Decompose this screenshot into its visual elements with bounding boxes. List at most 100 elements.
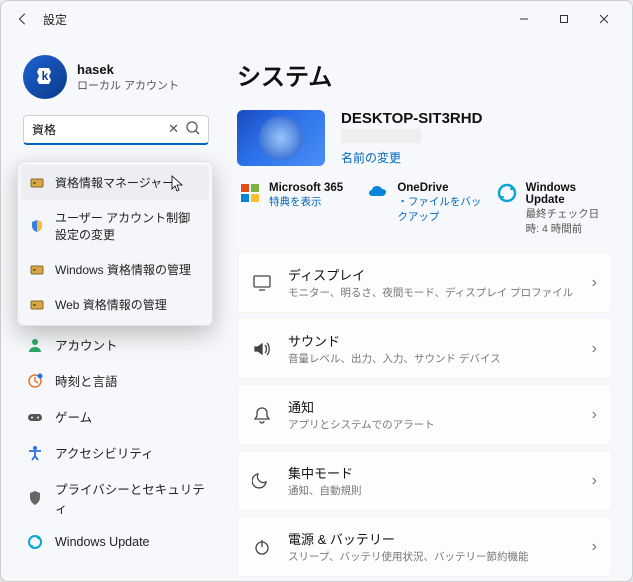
content: k hasek ローカル アカウント ✕ 資格情報マネージャー (1, 37, 632, 581)
search-suggestions: 資格情報マネージャー ユーザー アカウント制御設定の変更 Windows 資格情… (17, 161, 213, 326)
nav-label: アカウント (55, 335, 118, 354)
page-title: システム (237, 57, 612, 92)
avatar: k (23, 55, 67, 99)
card-sub: モニター、明るさ、夜間モード、ディスプレイ プロファイル (288, 285, 576, 300)
card-sub: アプリとシステムでのアラート (288, 417, 576, 432)
credential-icon (29, 175, 45, 191)
account-name: hasek (77, 62, 179, 77)
back-button[interactable] (9, 5, 37, 33)
suggestion-item[interactable]: Windows 資格情報の管理 (21, 252, 209, 287)
game-icon (27, 409, 43, 425)
chevron-right-icon: › (592, 274, 597, 292)
suggestion-item[interactable]: 資格情報マネージャー (21, 165, 209, 200)
nav-label: Windows Update (55, 535, 150, 549)
device-image (237, 110, 325, 166)
suggestion-item[interactable]: Web 資格情報の管理 (21, 287, 209, 322)
sidebar: k hasek ローカル アカウント ✕ 資格情報マネージャー (1, 37, 221, 581)
suggestion-label: Web 資格情報の管理 (55, 296, 167, 313)
device-block: DESKTOP-SIT3RHD 名前の変更 (237, 110, 612, 166)
shield-icon (29, 218, 45, 234)
tile-label: OneDrive (397, 182, 481, 194)
card-power[interactable]: 電源 & バッテリースリープ、バッテリ使用状況、バッテリー節約機能 › (237, 516, 612, 577)
card-title: 通知 (288, 397, 576, 416)
device-name: DESKTOP-SIT3RHD (341, 110, 482, 127)
card-title: 電源 & バッテリー (288, 529, 576, 548)
nav-label: アクセシビリティ (55, 443, 154, 462)
clock-icon (27, 373, 43, 389)
tile-onedrive[interactable]: OneDrive・ファイルをバックアップ (365, 180, 483, 238)
card-title: ディスプレイ (288, 265, 576, 284)
nav-accessibility[interactable]: アクセシビリティ (17, 435, 215, 470)
account-block[interactable]: k hasek ローカル アカウント (23, 55, 213, 99)
nav-update[interactable]: Windows Update (17, 526, 215, 558)
clear-icon[interactable]: ✕ (168, 121, 179, 137)
tile-sub: ・ファイルをバックアップ (397, 194, 481, 224)
display-icon (252, 273, 272, 293)
nav-gaming[interactable]: ゲーム (17, 399, 215, 434)
minimize-button[interactable] (504, 5, 544, 33)
suggestion-label: ユーザー アカウント制御設定の変更 (55, 209, 201, 243)
window-title: 設定 (43, 11, 504, 28)
chevron-right-icon: › (592, 340, 597, 358)
onedrive-icon (367, 182, 389, 204)
suggestion-label: 資格情報マネージャー (55, 174, 174, 191)
suggestion-item[interactable]: ユーザー アカウント制御設定の変更 (21, 200, 209, 252)
card-focus[interactable]: 集中モード通知、自動規則 › (237, 450, 612, 511)
power-icon (252, 537, 272, 557)
nav-label: 時刻と言語 (55, 371, 118, 390)
cards-list: ディスプレイモニター、明るさ、夜間モード、ディスプレイ プロファイル › サウンド… (237, 252, 612, 581)
search-input[interactable] (23, 115, 209, 145)
bell-icon (252, 405, 272, 425)
tiles-row: Microsoft 365特典を表示 OneDrive・ファイルをバックアップ … (237, 180, 612, 238)
person-icon (27, 337, 43, 353)
card-notifications[interactable]: 通知アプリとシステムでのアラート › (237, 384, 612, 445)
svg-text:k: k (42, 69, 49, 83)
account-text: hasek ローカル アカウント (77, 62, 179, 93)
update-icon (27, 534, 43, 550)
sound-icon (252, 339, 272, 359)
credential-icon (29, 262, 45, 278)
chevron-right-icon: › (592, 538, 597, 556)
device-model (341, 129, 421, 143)
moon-icon (252, 471, 272, 491)
window-controls (504, 5, 624, 33)
tile-sub: 特典を表示 (269, 194, 343, 209)
m365-icon (239, 182, 261, 204)
chevron-right-icon: › (592, 406, 597, 424)
chevron-right-icon: › (592, 472, 597, 490)
close-button[interactable] (584, 5, 624, 33)
tile-sub: 最終チェック日時: 4 時間前 (526, 206, 610, 236)
tile-update[interactable]: Windows Update最終チェック日時: 4 時間前 (494, 180, 612, 238)
card-sub: スリープ、バッテリ使用状況、バッテリー節約機能 (288, 549, 576, 564)
nav-time[interactable]: 時刻と言語 (17, 363, 215, 398)
card-sound[interactable]: サウンド音量レベル、出力、入力、サウンド デバイス › (237, 318, 612, 379)
card-title: 集中モード (288, 463, 576, 482)
privacy-icon (27, 490, 43, 506)
cursor-icon (171, 175, 185, 193)
tile-m365[interactable]: Microsoft 365特典を表示 (237, 180, 355, 238)
nav-label: ゲーム (55, 407, 92, 426)
search-wrap: ✕ (23, 115, 209, 145)
maximize-button[interactable] (544, 5, 584, 33)
update-icon (496, 182, 518, 204)
account-type: ローカル アカウント (77, 77, 179, 93)
access-icon (27, 445, 43, 461)
card-title: サウンド (288, 331, 576, 350)
nav-label: プライバシーとセキュリティ (55, 479, 205, 517)
tile-label: Windows Update (526, 182, 610, 206)
nav-privacy[interactable]: プライバシーとセキュリティ (17, 471, 215, 525)
search-icon[interactable] (185, 120, 201, 141)
card-display[interactable]: ディスプレイモニター、明るさ、夜間モード、ディスプレイ プロファイル › (237, 252, 612, 313)
device-info: DESKTOP-SIT3RHD 名前の変更 (341, 110, 482, 166)
card-sub: 通知、自動規則 (288, 483, 576, 498)
tile-label: Microsoft 365 (269, 182, 343, 194)
rename-link[interactable]: 名前の変更 (341, 149, 482, 166)
suggestion-label: Windows 資格情報の管理 (55, 261, 191, 278)
main-panel: システム DESKTOP-SIT3RHD 名前の変更 Microsoft 365… (221, 37, 632, 581)
nav-list: アプリ アカウント 時刻と言語 ゲーム アクセシビリティ プライバシーとセキュリ… (17, 291, 215, 558)
card-sub: 音量レベル、出力、入力、サウンド デバイス (288, 351, 576, 366)
credential-icon (29, 297, 45, 313)
nav-accounts[interactable]: アカウント (17, 327, 215, 362)
settings-window: 設定 k hasek ローカル アカウント ✕ (0, 0, 633, 582)
titlebar: 設定 (1, 1, 632, 37)
